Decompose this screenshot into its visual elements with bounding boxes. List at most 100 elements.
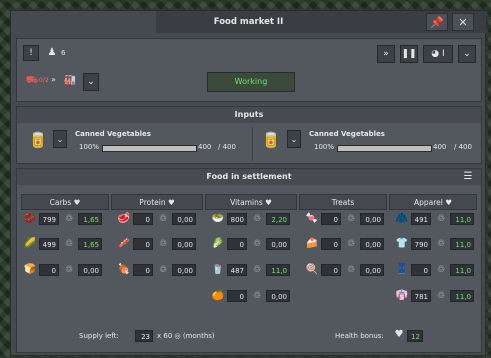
consumption-rate: 11,0 <box>266 264 290 276</box>
pause-icon[interactable]: ❚❚ <box>400 45 418 63</box>
salad-icon: 🥗 <box>211 213 225 224</box>
recycle-icon: ♲ <box>158 214 168 224</box>
stock-value: 499 <box>39 238 59 250</box>
recycle-icon: ♲ <box>158 239 168 249</box>
workers-count: 6 <box>61 49 66 57</box>
info-icon[interactable]: ! <box>23 45 39 61</box>
window-title: Food market II <box>213 17 284 27</box>
input-progress-bar <box>102 145 197 152</box>
coat-icon: 🧥 <box>395 213 409 224</box>
chevron-down-icon[interactable]: ⌄ <box>83 73 99 91</box>
corn-icon: 🌽 <box>23 238 37 249</box>
stock-value: 0 <box>133 238 153 250</box>
route-arrow: » <box>51 75 56 84</box>
health-label: Health bonus: <box>335 332 384 340</box>
chevron-down-icon[interactable]: ⌄ <box>287 130 301 148</box>
supply-suffix: x 60 ◎ (months) <box>157 332 215 340</box>
canned-vegetables-icon: 🥫 <box>261 130 281 149</box>
candy-icon: 🍬 <box>305 213 319 224</box>
divider <box>252 127 253 161</box>
factory-icon: 🏭 <box>63 75 77 86</box>
shirt-icon: 👕 <box>395 238 409 249</box>
food-market-window: Food market II 📌 ✕ ! ♟ 6 » ❚❚ ◕ I ⌄ ⛟ 0/… <box>10 10 486 356</box>
inputs-title: Inputs <box>17 107 481 123</box>
input-current: 400 <box>433 143 447 151</box>
recycle-icon: ♲ <box>436 291 446 301</box>
recycle-icon: ♲ <box>252 265 262 275</box>
lollipop-icon: 🍭 <box>305 264 319 275</box>
stock-value: 491 <box>411 213 431 225</box>
fruit-icon: 🍊 <box>211 290 225 301</box>
stock-value: 790 <box>411 238 431 250</box>
consumption-rate: 1,65 <box>78 213 102 225</box>
recycle-icon: ♲ <box>252 239 262 249</box>
input-max: / 400 <box>218 143 236 151</box>
recycle-icon: ♲ <box>436 239 446 249</box>
input-percent: 100% <box>79 143 100 151</box>
stock-value: 0 <box>227 238 247 250</box>
recycle-icon: ♲ <box>64 214 74 224</box>
clothing-icon: 👘 <box>395 290 409 301</box>
input-percent: 100% <box>314 143 335 151</box>
column-carbs: Carbs ♥ <box>21 194 109 210</box>
consumption-rate: 11,0 <box>450 264 474 276</box>
truck-badge: 0/2 <box>39 77 49 84</box>
pants-icon: 👖 <box>395 264 409 275</box>
pin-icon[interactable]: 📌 <box>426 13 448 31</box>
stock-value: 0 <box>411 264 431 276</box>
beans-icon: 🫘 <box>23 213 37 224</box>
stock-value: 781 <box>411 290 431 302</box>
chevron-down-icon[interactable]: ⌄ <box>53 130 67 148</box>
priority-icon: ◕ <box>431 49 440 59</box>
input-name: Canned Vegetables <box>75 130 151 138</box>
stock-value: 0 <box>133 213 153 225</box>
meat-icon: 🥩 <box>117 213 131 224</box>
consumption-rate: 0,00 <box>172 238 196 250</box>
cake-icon: 🍰 <box>305 238 319 249</box>
recycle-icon: ♲ <box>252 291 262 301</box>
drink-icon: 🥤 <box>211 264 225 275</box>
consumption-rate: 0,00 <box>266 238 290 250</box>
column-vitamins: Vitamins ♥ <box>205 194 297 210</box>
recycle-icon: ♲ <box>346 214 356 224</box>
recycle-icon: ♲ <box>346 265 356 275</box>
chevron-down-icon[interactable]: ⌄ <box>458 45 476 63</box>
stock-value: 800 <box>227 213 247 225</box>
workers-icon: ♟ <box>47 47 57 58</box>
supply-value: 23 <box>135 330 153 342</box>
input-max: / 400 <box>454 143 472 151</box>
stock-value: 0 <box>227 290 247 302</box>
stock-value: 0 <box>321 238 341 250</box>
consumption-rate: 0,00 <box>360 213 384 225</box>
input-current: 400 <box>198 143 212 151</box>
bacon-icon: 🥓 <box>117 238 131 249</box>
recycle-icon: ♲ <box>436 265 446 275</box>
collapse-icon[interactable]: » <box>377 45 395 63</box>
consumption-rate: 2,20 <box>266 213 290 225</box>
stock-value: 0 <box>133 264 153 276</box>
greens-icon: 🥬 <box>211 238 225 249</box>
close-icon[interactable]: ✕ <box>452 13 474 31</box>
consumption-rate: 0,00 <box>360 264 384 276</box>
column-apparel: Apparel ♥ <box>389 194 477 210</box>
recycle-icon: ♲ <box>158 265 168 275</box>
list-icon[interactable]: ☰ <box>461 171 475 183</box>
column-treats: Treats <box>299 194 387 210</box>
food-title: Food in settlement <box>17 169 481 185</box>
recycle-icon: ♲ <box>436 214 446 224</box>
stock-value: 0 <box>321 264 341 276</box>
toolbar-panel: ! ♟ 6 » ❚❚ ◕ I ⌄ ⛟ 0/2 » 🏭 ⌄ Working <box>16 38 482 102</box>
consumption-rate: 0,00 <box>172 213 196 225</box>
status-indicator: Working <box>207 72 295 92</box>
priority-button[interactable]: ◕ I <box>423 45 453 63</box>
recycle-icon: ♲ <box>64 239 74 249</box>
consumption-rate: 0,00 <box>266 290 290 302</box>
canned-vegetables-icon: 🥫 <box>28 130 48 149</box>
stock-value: 0 <box>321 213 341 225</box>
title-bar[interactable]: Food market II 📌 ✕ <box>156 11 486 33</box>
input-name: Canned Vegetables <box>309 130 385 138</box>
health-value: 12 <box>407 330 423 342</box>
stock-value: 799 <box>39 213 59 225</box>
input-progress-bar <box>337 145 432 152</box>
stock-value: 487 <box>227 264 247 276</box>
